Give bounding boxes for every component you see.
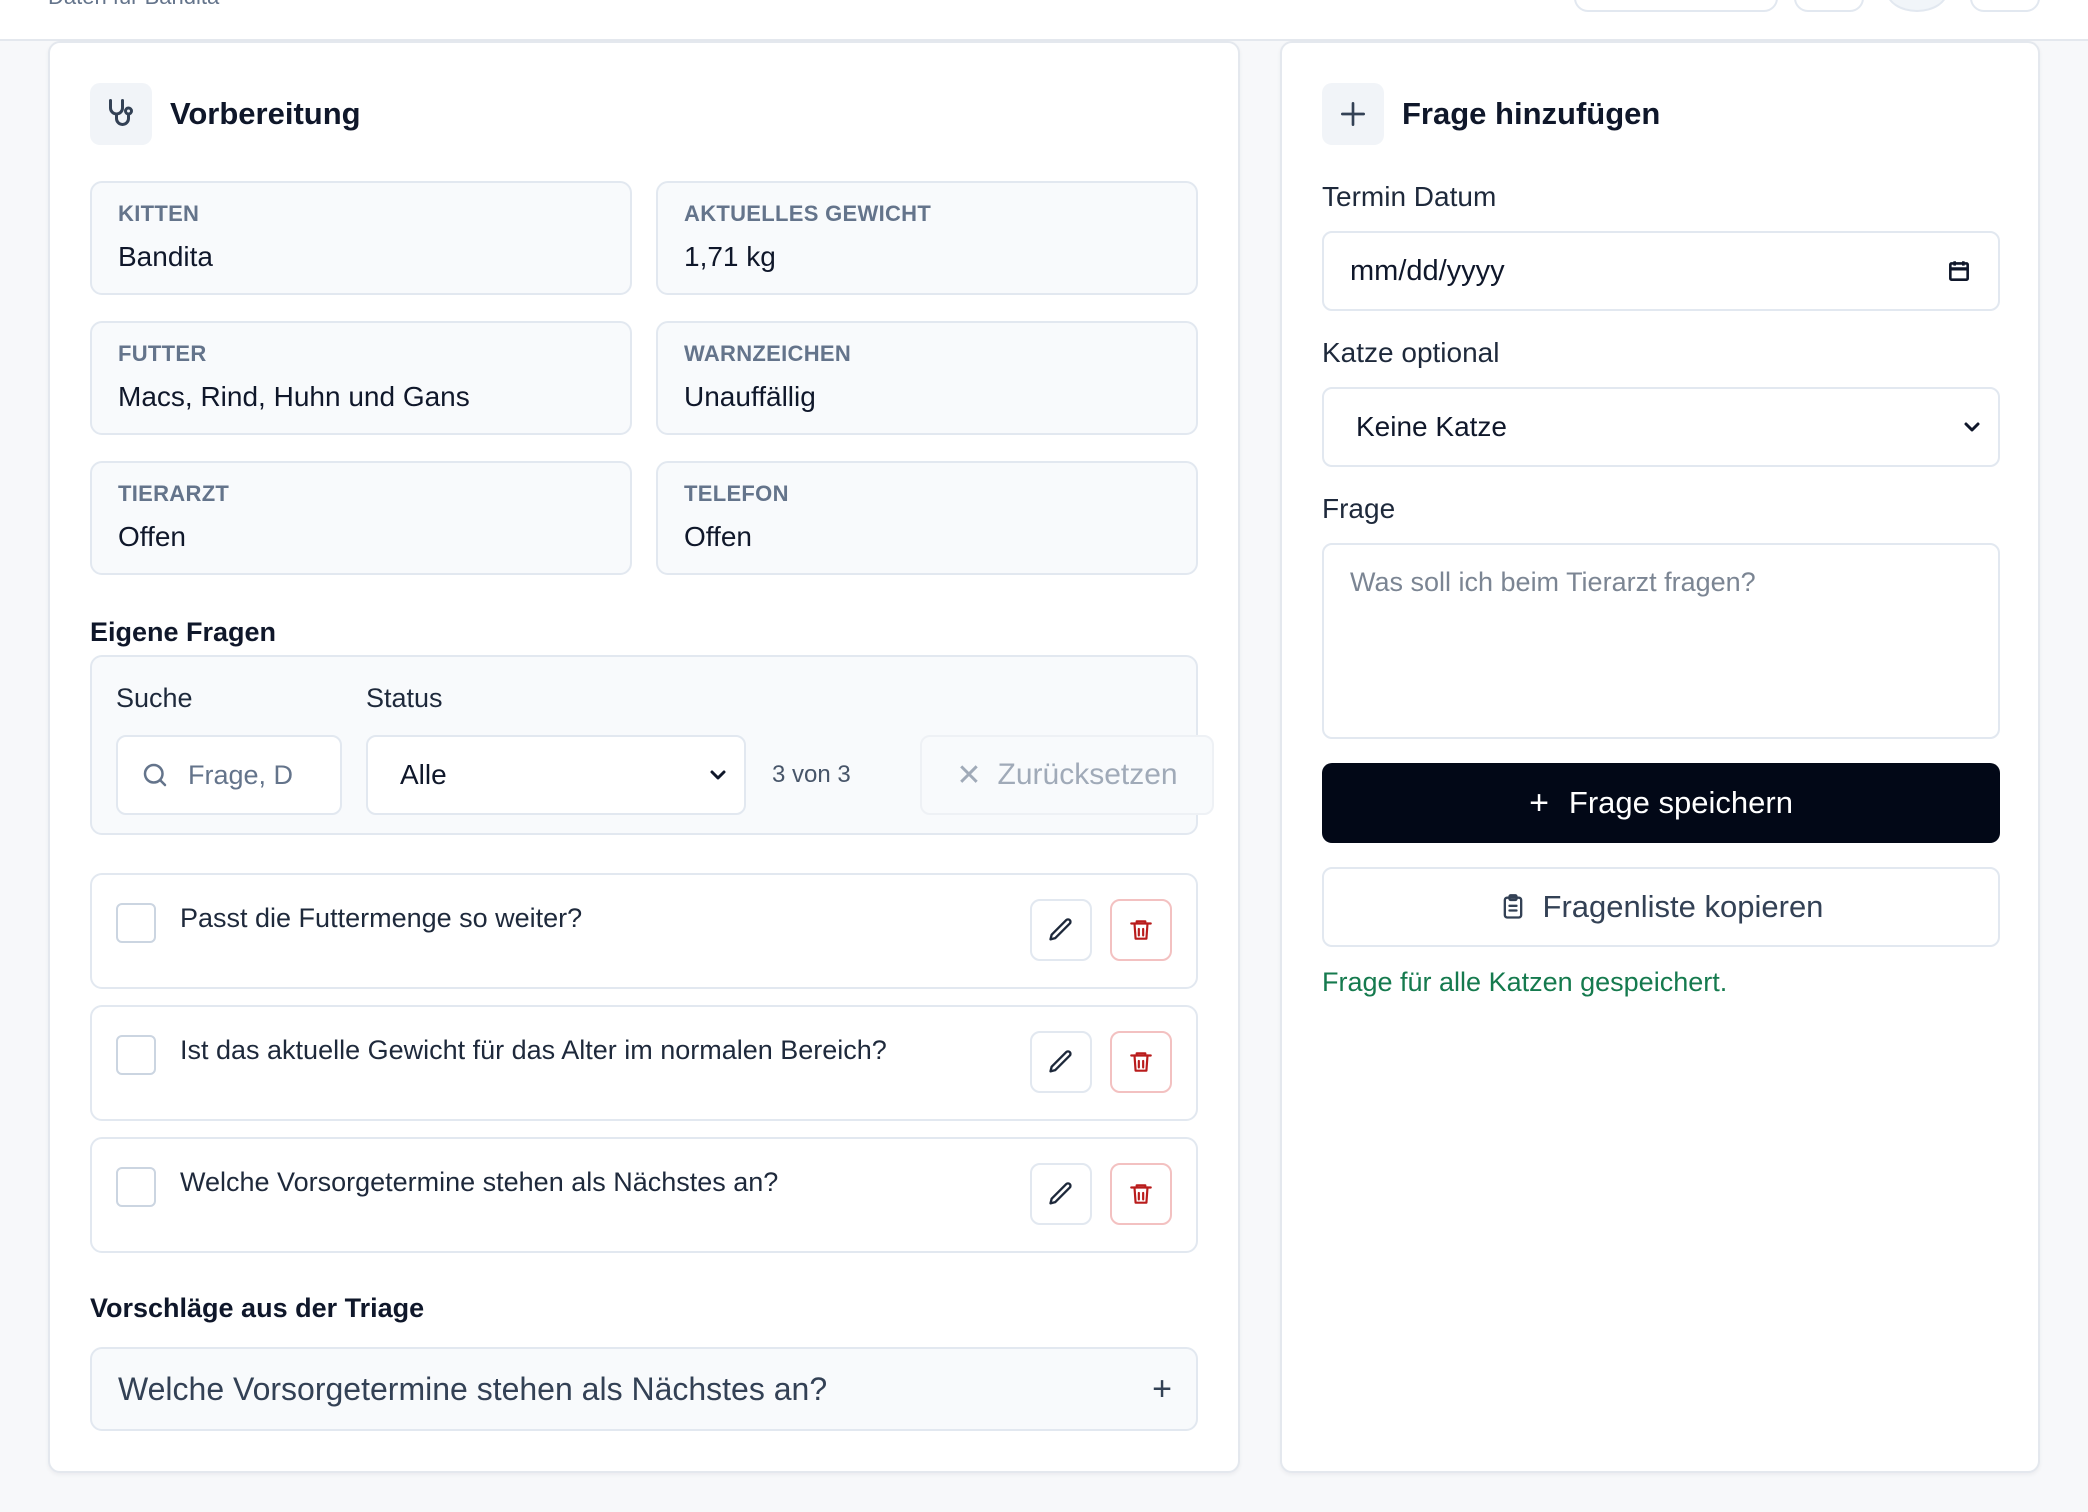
copy-list-label: Fragenliste kopieren <box>1542 889 1824 924</box>
stethoscope-icon <box>90 83 152 145</box>
question-text: Welche Vorsorgetermine stehen als Nächst… <box>180 1167 779 1197</box>
question-textarea[interactable]: Was soll ich beim Tierarzt fragen? <box>1322 543 2000 739</box>
calendar-icon <box>1949 261 1969 281</box>
question-text: Ist das aktuelle Gewicht für das Alter i… <box>180 1035 887 1065</box>
info-kitten: KITTEN Bandita <box>90 181 632 295</box>
save-question-button[interactable]: + Frage speichern <box>1322 763 2000 843</box>
pencil-icon <box>1049 1182 1072 1205</box>
reset-label: Zurücksetzen <box>997 758 1178 791</box>
status-select-value: Alle <box>400 759 447 790</box>
copy-list-button[interactable]: Fragenliste kopieren <box>1322 867 2000 947</box>
preparation-header: Vorbereitung <box>90 83 361 145</box>
status-label: Status <box>366 683 443 713</box>
search-input[interactable]: Frage, D <box>116 735 342 815</box>
header-button[interactable] <box>1970 0 2040 12</box>
own-questions-title: Eigene Fragen <box>90 617 277 647</box>
info-warning-signs: WARNZEICHEN Unauffällig <box>656 321 1198 435</box>
breadcrumb: Daten für Bandita <box>48 0 219 10</box>
info-value: Bandita <box>118 241 213 272</box>
clipboard-icon <box>1503 894 1522 919</box>
question-text: Passt die Futtermenge so weiter? <box>180 903 583 933</box>
pencil-icon <box>1049 1050 1072 1073</box>
suggestion-item[interactable]: Welche Vorsorgetermine stehen als Nächst… <box>90 1347 1198 1431</box>
info-weight: AKTUELLES GEWICHT 1,71 kg <box>656 181 1198 295</box>
suggestions-title: Vorschläge aus der Triage <box>90 1293 425 1323</box>
search-icon <box>143 763 167 787</box>
chevron-down-icon <box>1964 422 1980 432</box>
save-question-label: Frage speichern <box>1568 785 1793 820</box>
delete-button[interactable] <box>1110 899 1172 961</box>
card-title: Vorbereitung <box>170 96 361 131</box>
question-row: Welche Vorsorgetermine stehen als Nächst… <box>90 1137 1198 1253</box>
pencil-icon <box>1049 918 1072 941</box>
cat-select[interactable]: Keine Katze <box>1322 387 2000 467</box>
info-food: FUTTER Macs, Rind, Huhn und Gans <box>90 321 632 435</box>
info-label: WARNZEICHEN <box>684 341 852 366</box>
question-filter: Suche Status Frage, D Alle 3 von 3 ✕ Zur… <box>90 655 1214 835</box>
info-vet: TIERARZT Offen <box>90 461 632 575</box>
date-placeholder: mm/dd/yyyy <box>1350 254 1505 287</box>
card-title: Frage hinzufügen <box>1402 96 1661 131</box>
info-value: 1,71 kg <box>684 241 776 272</box>
delete-button[interactable] <box>1110 1031 1172 1093</box>
question-row: Ist das aktuelle Gewicht für das Alter i… <box>90 1005 1198 1121</box>
plus-icon: + <box>1529 783 1549 822</box>
chevron-down-icon <box>710 770 726 780</box>
search-placeholder: Frage, D <box>188 759 294 790</box>
add-question-header: Frage hinzufügen <box>1322 83 1660 145</box>
info-value: Unauffällig <box>684 381 816 412</box>
cat-label: Katze optional <box>1322 337 1500 368</box>
info-label: TIERARZT <box>118 481 230 506</box>
plus-icon: + <box>1152 1369 1172 1408</box>
status-select[interactable]: Alle <box>366 735 746 815</box>
date-label: Termin Datum <box>1322 181 1497 212</box>
info-value: Offen <box>684 521 752 552</box>
edit-button[interactable] <box>1030 899 1092 961</box>
info-label: TELEFON <box>684 481 789 506</box>
cat-select-value: Keine Katze <box>1356 411 1507 442</box>
preparation-card: Vorbereitung KITTEN Bandita AKTUELLES GE… <box>48 41 1240 1473</box>
close-icon: ✕ <box>956 758 982 792</box>
result-count: 3 von 3 <box>772 761 851 788</box>
question-checkbox[interactable] <box>116 903 156 943</box>
trash-icon <box>1130 1052 1152 1072</box>
top-header: Daten für Bandita <box>0 0 2088 41</box>
question-row: Passt die Futtermenge so weiter? <box>90 873 1198 989</box>
date-input[interactable]: mm/dd/yyyy <box>1322 231 2000 311</box>
suggestion-text: Welche Vorsorgetermine stehen als Nächst… <box>118 1370 828 1407</box>
header-button[interactable] <box>1794 0 1864 12</box>
trash-icon <box>1130 1184 1152 1204</box>
question-placeholder: Was soll ich beim Tierarzt fragen? <box>1350 567 1756 597</box>
edit-button[interactable] <box>1030 1031 1092 1093</box>
info-value: Offen <box>118 521 186 552</box>
info-label: FUTTER <box>118 341 207 366</box>
header-button[interactable] <box>1574 0 1778 12</box>
info-label: AKTUELLES GEWICHT <box>684 201 932 226</box>
edit-button[interactable] <box>1030 1163 1092 1225</box>
info-label: KITTEN <box>118 201 200 226</box>
delete-button[interactable] <box>1110 1163 1172 1225</box>
avatar[interactable] <box>1886 0 1948 12</box>
trash-icon <box>1130 920 1152 940</box>
question-checkbox[interactable] <box>116 1167 156 1207</box>
info-phone: TELEFON Offen <box>656 461 1198 575</box>
question-checkbox[interactable] <box>116 1035 156 1075</box>
info-value: Macs, Rind, Huhn und Gans <box>118 381 470 412</box>
plus-icon <box>1322 83 1384 145</box>
question-label: Frage <box>1322 493 1396 524</box>
reset-button[interactable]: ✕ Zurücksetzen <box>920 735 1214 815</box>
search-label: Suche <box>116 683 193 713</box>
add-question-card: Frage hinzufügen Termin Datum mm/dd/yyyy… <box>1280 41 2040 1473</box>
success-message: Frage für alle Katzen gespeichert. <box>1322 967 1728 997</box>
